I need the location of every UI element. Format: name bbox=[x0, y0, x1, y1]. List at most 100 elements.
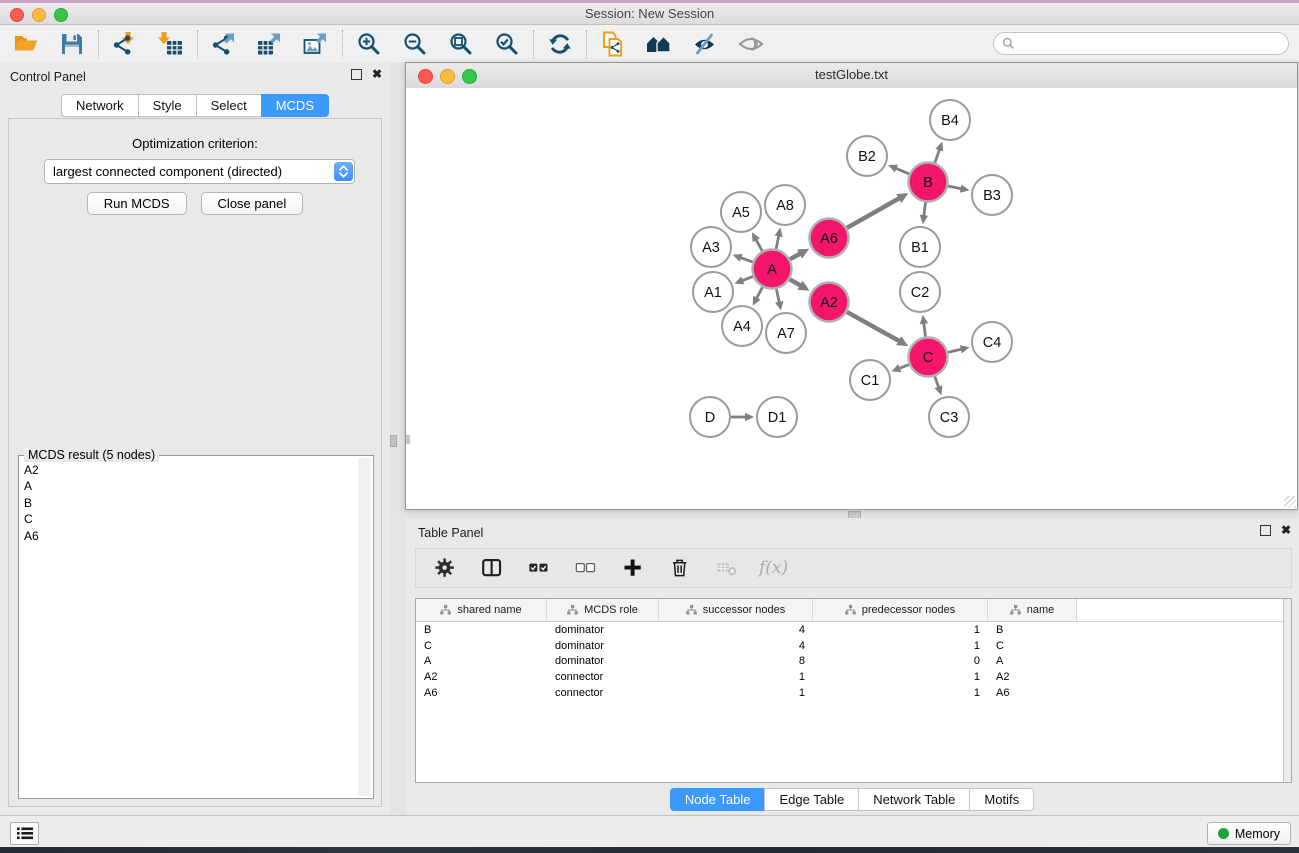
table-row[interactable]: Adominator80A bbox=[416, 654, 1291, 670]
table-cell[interactable]: 1 bbox=[813, 671, 988, 683]
table-cell[interactable]: A2 bbox=[416, 671, 547, 683]
table-cell[interactable]: dominator bbox=[547, 640, 659, 652]
table-settings-icon[interactable] bbox=[430, 554, 460, 582]
save-session-icon[interactable] bbox=[56, 29, 88, 59]
table-row[interactable]: Cdominator41C bbox=[416, 638, 1291, 654]
graph-node-A2[interactable]: A2 bbox=[810, 283, 849, 322]
refresh-icon[interactable] bbox=[544, 29, 576, 59]
tab-edge-table[interactable]: Edge Table bbox=[764, 788, 858, 811]
graph-node-A8[interactable]: A8 bbox=[765, 185, 805, 225]
tab-select[interactable]: Select bbox=[196, 94, 261, 117]
network-graph[interactable]: B4B2BB3A5A8A6A3AB1A1C2A2A4A7CC4C1C3DD1 bbox=[406, 88, 1297, 509]
graph-node-A4[interactable]: A4 bbox=[722, 306, 762, 346]
graph-edge-C-C4[interactable] bbox=[948, 349, 962, 352]
tab-network-table[interactable]: Network Table bbox=[858, 788, 969, 811]
column-header-predecessor-nodes[interactable]: predecessor nodes bbox=[813, 599, 988, 621]
select-all-columns-icon[interactable] bbox=[524, 554, 554, 582]
graph-node-B3[interactable]: B3 bbox=[972, 175, 1012, 215]
zoom-out-icon[interactable] bbox=[399, 29, 431, 59]
graph-edge-A-A3[interactable] bbox=[740, 257, 753, 262]
table-cell[interactable]: 1 bbox=[813, 687, 988, 699]
graph-edge-A6-B[interactable] bbox=[847, 198, 900, 228]
split-view-icon[interactable] bbox=[477, 554, 507, 582]
graph-edge-B-B3[interactable] bbox=[948, 186, 962, 189]
graph-node-B2[interactable]: B2 bbox=[847, 136, 887, 176]
float-panel-icon[interactable] bbox=[1260, 525, 1271, 536]
graph-edge-C-C3[interactable] bbox=[935, 376, 939, 388]
graph-edge-B-B2[interactable] bbox=[895, 168, 909, 174]
graph-edge-A-A4[interactable] bbox=[756, 287, 762, 299]
graph-edge-A-A5[interactable] bbox=[756, 239, 763, 251]
table-cell[interactable]: 4 bbox=[659, 640, 813, 652]
table-cell[interactable]: C bbox=[416, 640, 547, 652]
splitter-handle[interactable] bbox=[390, 435, 397, 447]
tab-motifs[interactable]: Motifs bbox=[969, 788, 1034, 811]
hide-graphics-icon[interactable] bbox=[689, 29, 721, 59]
table-cell[interactable]: C bbox=[988, 640, 1077, 652]
export-table-icon[interactable] bbox=[254, 29, 286, 59]
graph-node-C3[interactable]: C3 bbox=[929, 397, 969, 437]
table-cell[interactable]: 1 bbox=[813, 624, 988, 636]
mcds-result-item[interactable]: A2 bbox=[21, 462, 357, 478]
table-cell[interactable]: A bbox=[416, 655, 547, 667]
search-input[interactable] bbox=[1020, 36, 1280, 52]
table-cell[interactable]: A6 bbox=[416, 687, 547, 699]
mcds-result-item[interactable]: B bbox=[21, 495, 357, 511]
vertical-splitter[interactable] bbox=[390, 62, 405, 815]
delete-column-icon[interactable] bbox=[665, 554, 695, 582]
result-scrollbar[interactable] bbox=[358, 458, 371, 796]
table-cell[interactable]: connector bbox=[547, 671, 659, 683]
horizontal-splitter[interactable] bbox=[405, 510, 1299, 518]
zoom-fit-icon[interactable] bbox=[445, 29, 477, 59]
table-scrollbar[interactable] bbox=[1283, 599, 1291, 782]
graph-node-C[interactable]: C bbox=[909, 338, 948, 377]
zoom-in-icon[interactable] bbox=[353, 29, 385, 59]
optimization-criterion-select[interactable]: largest connected component (directed) bbox=[44, 159, 355, 184]
birds-eye-icon[interactable] bbox=[735, 29, 767, 59]
graph-edge-A-A2[interactable] bbox=[790, 279, 802, 286]
table-cell[interactable]: A2 bbox=[988, 671, 1077, 683]
close-panel-icon[interactable]: ✖ bbox=[372, 69, 382, 80]
table-cell[interactable]: 4 bbox=[659, 624, 813, 636]
graph-node-D[interactable]: D bbox=[690, 397, 730, 437]
mcds-result-item[interactable]: A6 bbox=[21, 528, 357, 544]
export-network-icon[interactable] bbox=[208, 29, 240, 59]
table-cell[interactable]: 0 bbox=[813, 655, 988, 667]
table-cell[interactable]: A bbox=[988, 655, 1077, 667]
graph-edge-B-B4[interactable] bbox=[935, 149, 940, 163]
column-header-shared-name[interactable]: shared name bbox=[416, 599, 547, 621]
table-row[interactable]: Bdominator41B bbox=[416, 622, 1291, 638]
table-cell[interactable]: dominator bbox=[547, 624, 659, 636]
search-field[interactable] bbox=[993, 32, 1289, 55]
table-cell[interactable]: connector bbox=[547, 687, 659, 699]
graph-node-C4[interactable]: C4 bbox=[972, 322, 1012, 362]
graph-edge-C-C2[interactable] bbox=[924, 322, 926, 336]
tab-style[interactable]: Style bbox=[138, 94, 196, 117]
graph-node-A[interactable]: A bbox=[753, 250, 792, 289]
graph-edge-A-A8[interactable] bbox=[776, 235, 779, 249]
import-network-icon[interactable] bbox=[109, 29, 141, 59]
network-canvas[interactable]: B4B2BB3A5A8A6A3AB1A1C2A2A4A7CC4C1C3DD1 bbox=[406, 88, 1297, 509]
tab-mcds[interactable]: MCDS bbox=[261, 94, 329, 117]
resize-grip-icon[interactable] bbox=[1284, 496, 1296, 508]
export-image-icon[interactable] bbox=[300, 29, 332, 59]
mcds-result-item[interactable]: A bbox=[21, 478, 357, 494]
graph-edge-B-B1[interactable] bbox=[924, 202, 926, 216]
table-cell[interactable]: dominator bbox=[547, 655, 659, 667]
graph-node-A5[interactable]: A5 bbox=[721, 192, 761, 232]
graph-node-A1[interactable]: A1 bbox=[693, 272, 733, 312]
home-icon[interactable] bbox=[643, 29, 675, 59]
graph-edge-A-A1[interactable] bbox=[741, 276, 752, 280]
graph-node-B[interactable]: B bbox=[909, 163, 948, 202]
column-header-MCDS-role[interactable]: MCDS role bbox=[547, 599, 659, 621]
close-panel-icon[interactable]: ✖ bbox=[1281, 525, 1291, 536]
graph-edge-A2-C[interactable] bbox=[847, 312, 900, 342]
graph-node-C2[interactable]: C2 bbox=[900, 272, 940, 312]
graph-node-B1[interactable]: B1 bbox=[900, 227, 940, 267]
close-panel-button[interactable]: Close panel bbox=[201, 192, 304, 215]
add-column-icon[interactable] bbox=[618, 554, 648, 582]
table-row[interactable]: A2connector11A2 bbox=[416, 669, 1291, 685]
column-header-successor-nodes[interactable]: successor nodes bbox=[659, 599, 813, 621]
graph-node-D1[interactable]: D1 bbox=[757, 397, 797, 437]
graph-node-A6[interactable]: A6 bbox=[810, 219, 849, 258]
